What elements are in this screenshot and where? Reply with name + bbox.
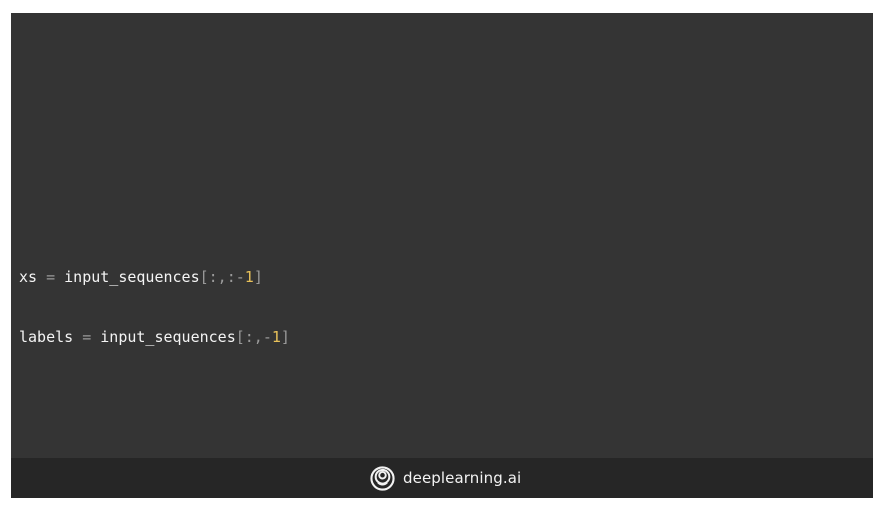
- code-slice-expression: :,:-: [208, 268, 245, 286]
- deeplearning-logo-icon: [370, 465, 395, 491]
- code-number-literal: 1: [244, 268, 254, 286]
- brand-footer: deeplearning.ai: [11, 458, 873, 498]
- code-assignment-operator: =: [73, 328, 101, 346]
- code-open-bracket: [: [199, 268, 209, 286]
- code-variable-xs: xs: [19, 268, 38, 286]
- code-close-bracket: ]: [280, 328, 290, 346]
- code-number-literal: 1: [271, 328, 281, 346]
- code-slide-area: xs = input_sequences[:,:-1] labels = inp…: [11, 13, 873, 458]
- code-variable-labels: labels: [19, 328, 74, 346]
- slide-frame: xs = input_sequences[:,:-1] labels = inp…: [11, 13, 873, 498]
- code-slice-expression: :,-: [244, 328, 272, 346]
- brand-name: deeplearning.ai: [403, 469, 522, 487]
- code-line-labels: labels = input_sequences[:,-1]: [19, 327, 290, 347]
- code-open-bracket: [: [235, 328, 245, 346]
- brand-lockup: deeplearning.ai: [370, 465, 521, 491]
- code-object-input-sequences: input_sequences: [64, 268, 200, 286]
- code-close-bracket: ]: [253, 268, 263, 286]
- code-object-input-sequences: input_sequences: [100, 328, 236, 346]
- code-assignment-operator: =: [37, 268, 65, 286]
- code-line-xs: xs = input_sequences[:,:-1]: [19, 267, 290, 287]
- code-block: xs = input_sequences[:,:-1] labels = inp…: [19, 227, 290, 387]
